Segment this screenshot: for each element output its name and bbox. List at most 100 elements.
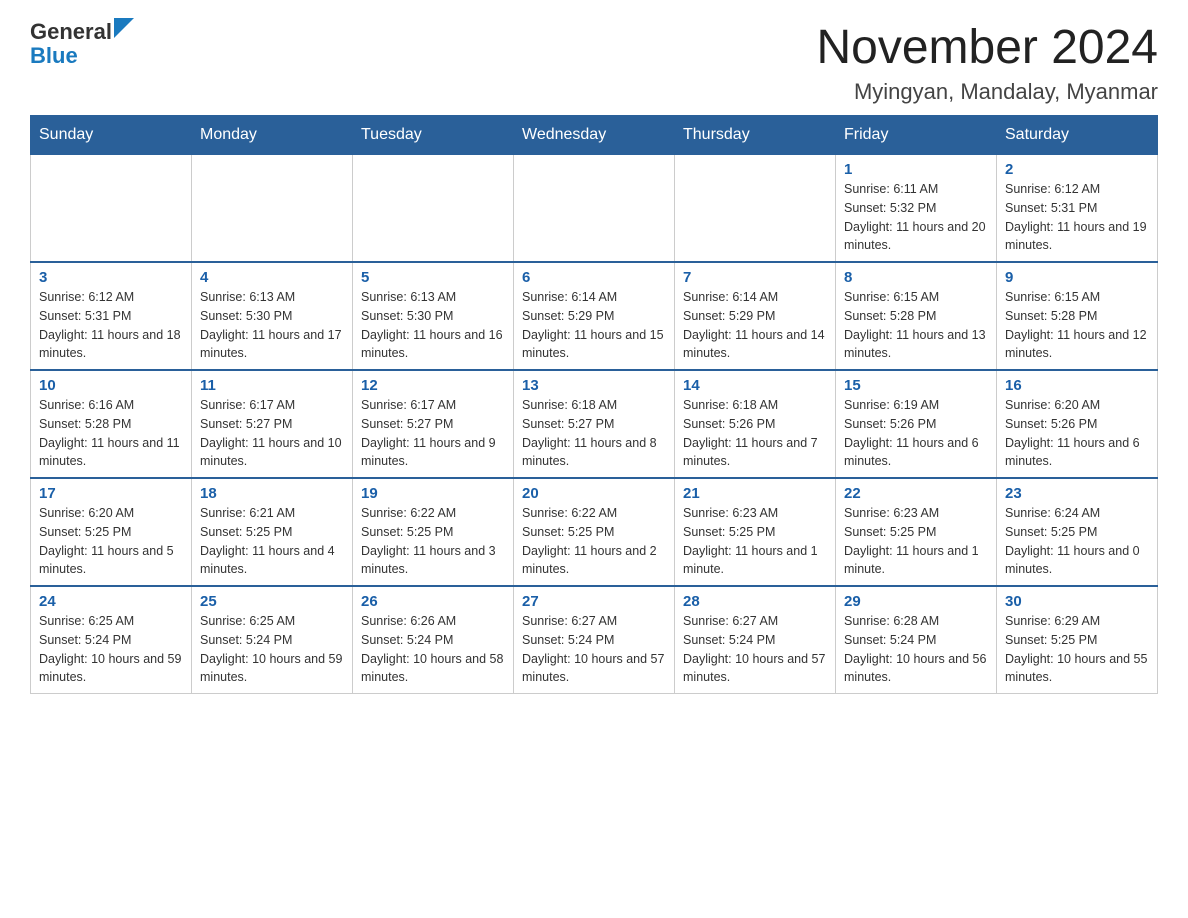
calendar-cell — [514, 155, 675, 263]
day-number: 20 — [522, 485, 666, 502]
day-info: Sunrise: 6:25 AMSunset: 5:24 PMDaylight:… — [39, 612, 183, 687]
calendar-header: SundayMondayTuesdayWednesdayThursdayFrid… — [31, 116, 1158, 155]
calendar-cell: 18 Sunrise: 6:21 AMSunset: 5:25 PMDayligh… — [192, 478, 353, 586]
day-info: Sunrise: 6:27 AMSunset: 5:24 PMDaylight:… — [522, 612, 666, 687]
logo: General Blue — [30, 20, 134, 68]
day-number: 23 — [1005, 485, 1149, 502]
day-number: 15 — [844, 377, 988, 394]
day-info: Sunrise: 6:20 AMSunset: 5:26 PMDaylight:… — [1005, 396, 1149, 471]
header-row: SundayMondayTuesdayWednesdayThursdayFrid… — [31, 116, 1158, 155]
day-info: Sunrise: 6:13 AMSunset: 5:30 PMDaylight:… — [361, 288, 505, 363]
day-info: Sunrise: 6:28 AMSunset: 5:24 PMDaylight:… — [844, 612, 988, 687]
day-info: Sunrise: 6:19 AMSunset: 5:26 PMDaylight:… — [844, 396, 988, 471]
day-number: 4 — [200, 269, 344, 286]
day-info: Sunrise: 6:14 AMSunset: 5:29 PMDaylight:… — [522, 288, 666, 363]
calendar-cell — [353, 155, 514, 263]
header-sunday: Sunday — [31, 116, 192, 155]
day-number: 28 — [683, 593, 827, 610]
calendar-cell: 4 Sunrise: 6:13 AMSunset: 5:30 PMDaylight… — [192, 262, 353, 370]
day-info: Sunrise: 6:12 AMSunset: 5:31 PMDaylight:… — [39, 288, 183, 363]
calendar-cell: 28 Sunrise: 6:27 AMSunset: 5:24 PMDayligh… — [675, 586, 836, 694]
day-number: 13 — [522, 377, 666, 394]
day-info: Sunrise: 6:25 AMSunset: 5:24 PMDaylight:… — [200, 612, 344, 687]
day-info: Sunrise: 6:16 AMSunset: 5:28 PMDaylight:… — [39, 396, 183, 471]
day-number: 1 — [844, 161, 988, 178]
day-number: 11 — [200, 377, 344, 394]
day-number: 2 — [1005, 161, 1149, 178]
calendar-cell: 8 Sunrise: 6:15 AMSunset: 5:28 PMDaylight… — [836, 262, 997, 370]
day-info: Sunrise: 6:13 AMSunset: 5:30 PMDaylight:… — [200, 288, 344, 363]
calendar-cell: 9 Sunrise: 6:15 AMSunset: 5:28 PMDaylight… — [997, 262, 1158, 370]
calendar-cell: 23 Sunrise: 6:24 AMSunset: 5:25 PMDayligh… — [997, 478, 1158, 586]
calendar-cell: 26Sunrise: 6:26 AMSunset: 5:24 PMDayligh… — [353, 586, 514, 694]
day-number: 17 — [39, 485, 183, 502]
header-friday: Friday — [836, 116, 997, 155]
day-info: Sunrise: 6:17 AMSunset: 5:27 PMDaylight:… — [200, 396, 344, 471]
day-number: 16 — [1005, 377, 1149, 394]
day-number: 14 — [683, 377, 827, 394]
calendar-cell: 7 Sunrise: 6:14 AMSunset: 5:29 PMDaylight… — [675, 262, 836, 370]
day-info: Sunrise: 6:15 AMSunset: 5:28 PMDaylight:… — [844, 288, 988, 363]
calendar-cell: 21Sunrise: 6:23 AMSunset: 5:25 PMDayligh… — [675, 478, 836, 586]
calendar-cell: 1Sunrise: 6:11 AMSunset: 5:32 PMDaylight… — [836, 155, 997, 263]
calendar-body: 1Sunrise: 6:11 AMSunset: 5:32 PMDaylight… — [31, 155, 1158, 694]
calendar-cell: 3Sunrise: 6:12 AMSunset: 5:31 PMDaylight… — [31, 262, 192, 370]
calendar-cell — [192, 155, 353, 263]
calendar-cell: 15 Sunrise: 6:19 AMSunset: 5:26 PMDayligh… — [836, 370, 997, 478]
calendar-subtitle: Myingyan, Mandalay, Myanmar — [816, 79, 1158, 105]
calendar-cell: 29 Sunrise: 6:28 AMSunset: 5:24 PMDayligh… — [836, 586, 997, 694]
day-info: Sunrise: 6:27 AMSunset: 5:24 PMDaylight:… — [683, 612, 827, 687]
calendar-cell: 11 Sunrise: 6:17 AMSunset: 5:27 PMDayligh… — [192, 370, 353, 478]
logo-blue-text: Blue — [30, 44, 134, 68]
calendar-cell: 25Sunrise: 6:25 AMSunset: 5:24 PMDayligh… — [192, 586, 353, 694]
header-thursday: Thursday — [675, 116, 836, 155]
day-info: Sunrise: 6:24 AMSunset: 5:25 PMDaylight:… — [1005, 504, 1149, 579]
day-number: 29 — [844, 593, 988, 610]
calendar-cell: 20 Sunrise: 6:22 AMSunset: 5:25 PMDayligh… — [514, 478, 675, 586]
day-info: Sunrise: 6:21 AMSunset: 5:25 PMDaylight:… — [200, 504, 344, 579]
day-number: 18 — [200, 485, 344, 502]
day-info: Sunrise: 6:23 AMSunset: 5:25 PMDaylight:… — [844, 504, 988, 579]
day-info: Sunrise: 6:22 AMSunset: 5:25 PMDaylight:… — [522, 504, 666, 579]
day-number: 22 — [844, 485, 988, 502]
calendar-cell: 19Sunrise: 6:22 AMSunset: 5:25 PMDayligh… — [353, 478, 514, 586]
calendar-cell: 13Sunrise: 6:18 AMSunset: 5:27 PMDayligh… — [514, 370, 675, 478]
calendar-cell: 10 Sunrise: 6:16 AMSunset: 5:28 PMDayligh… — [31, 370, 192, 478]
calendar-cell: 16 Sunrise: 6:20 AMSunset: 5:26 PMDayligh… — [997, 370, 1158, 478]
logo-wrapper: General Blue — [30, 20, 134, 68]
day-number: 12 — [361, 377, 505, 394]
logo-line1: General — [30, 20, 134, 44]
day-info: Sunrise: 6:15 AMSunset: 5:28 PMDaylight:… — [1005, 288, 1149, 363]
page-header: General Blue November 2024 Myingyan, Man… — [30, 20, 1158, 105]
week-row-1: 1Sunrise: 6:11 AMSunset: 5:32 PMDaylight… — [31, 155, 1158, 263]
day-number: 19 — [361, 485, 505, 502]
day-number: 30 — [1005, 593, 1149, 610]
week-row-3: 10 Sunrise: 6:16 AMSunset: 5:28 PMDayligh… — [31, 370, 1158, 478]
header-monday: Monday — [192, 116, 353, 155]
day-number: 8 — [844, 269, 988, 286]
calendar-cell: 22 Sunrise: 6:23 AMSunset: 5:25 PMDayligh… — [836, 478, 997, 586]
week-row-2: 3Sunrise: 6:12 AMSunset: 5:31 PMDaylight… — [31, 262, 1158, 370]
day-info: Sunrise: 6:20 AMSunset: 5:25 PMDaylight:… — [39, 504, 183, 579]
calendar-cell: 12 Sunrise: 6:17 AMSunset: 5:27 PMDayligh… — [353, 370, 514, 478]
day-number: 5 — [361, 269, 505, 286]
calendar-cell: 5 Sunrise: 6:13 AMSunset: 5:30 PMDaylight… — [353, 262, 514, 370]
logo-triangle-icon — [114, 18, 134, 38]
calendar-cell: 6 Sunrise: 6:14 AMSunset: 5:29 PMDaylight… — [514, 262, 675, 370]
day-number: 7 — [683, 269, 827, 286]
day-number: 6 — [522, 269, 666, 286]
day-number: 21 — [683, 485, 827, 502]
day-info: Sunrise: 6:17 AMSunset: 5:27 PMDaylight:… — [361, 396, 505, 471]
day-info: Sunrise: 6:26 AMSunset: 5:24 PMDaylight:… — [361, 612, 505, 687]
calendar-title: November 2024 — [816, 20, 1158, 75]
day-number: 10 — [39, 377, 183, 394]
logo-general-text: General — [30, 20, 112, 44]
day-number: 9 — [1005, 269, 1149, 286]
calendar-cell: 17 Sunrise: 6:20 AMSunset: 5:25 PMDayligh… — [31, 478, 192, 586]
day-info: Sunrise: 6:12 AMSunset: 5:31 PMDaylight:… — [1005, 180, 1149, 255]
week-row-4: 17 Sunrise: 6:20 AMSunset: 5:25 PMDayligh… — [31, 478, 1158, 586]
day-info: Sunrise: 6:29 AMSunset: 5:25 PMDaylight:… — [1005, 612, 1149, 687]
week-row-5: 24Sunrise: 6:25 AMSunset: 5:24 PMDayligh… — [31, 586, 1158, 694]
day-number: 27 — [522, 593, 666, 610]
day-info: Sunrise: 6:14 AMSunset: 5:29 PMDaylight:… — [683, 288, 827, 363]
